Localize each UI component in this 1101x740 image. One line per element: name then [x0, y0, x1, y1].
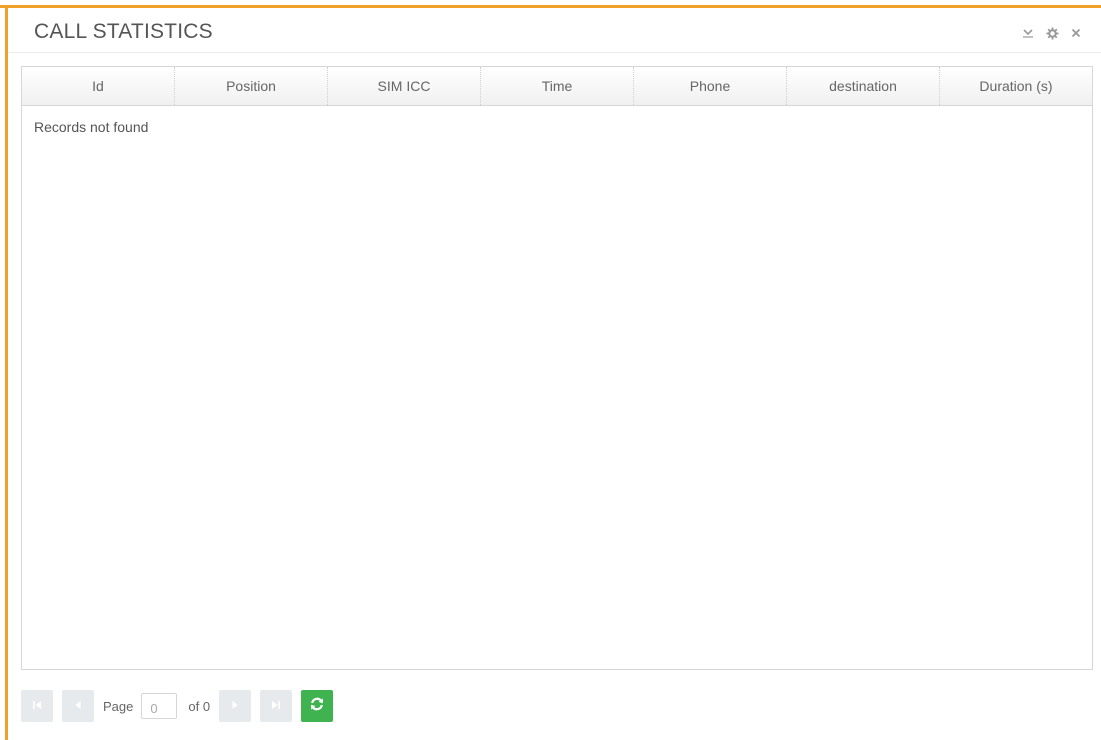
first-page-icon — [32, 697, 42, 715]
page-number-input[interactable] — [141, 693, 178, 719]
panel-accent-border-left — [5, 5, 8, 740]
column-header-destination[interactable]: destination — [787, 67, 940, 105]
gear-icon[interactable] — [1045, 26, 1059, 40]
column-header-position[interactable]: Position — [175, 67, 328, 105]
page-label: Page — [103, 698, 134, 714]
next-page-icon — [231, 697, 239, 715]
close-icon[interactable] — [1069, 26, 1083, 40]
chevron-down-icon[interactable] — [1021, 26, 1035, 40]
last-page-button[interactable] — [260, 690, 293, 722]
column-header-phone[interactable]: Phone — [634, 67, 787, 105]
next-page-button[interactable] — [219, 690, 252, 722]
panel-header: CALL STATISTICS — [8, 8, 1101, 53]
column-header-id[interactable]: Id — [22, 67, 175, 105]
column-header-duration[interactable]: Duration (s) — [940, 67, 1092, 105]
pagination-toolbar: Page of 0 — [21, 690, 342, 722]
column-header-time[interactable]: Time — [481, 67, 634, 105]
call-statistics-grid: Id Position SIM ICC Time Phone destinati… — [21, 66, 1093, 670]
empty-message: Records not found — [34, 119, 149, 135]
panel-title: CALL STATISTICS — [34, 20, 213, 43]
prev-page-button[interactable] — [62, 690, 94, 722]
page-count-label: of 0 — [188, 698, 211, 714]
call-statistics-panel: CALL STATISTICS Id Position SIM ICC Time… — [0, 0, 1101, 740]
last-page-icon — [271, 697, 281, 715]
column-header-sim-icc[interactable]: SIM ICC — [328, 67, 481, 105]
window-controls — [1021, 26, 1083, 40]
prev-page-icon — [74, 697, 82, 715]
grid-header: Id Position SIM ICC Time Phone destinati… — [22, 67, 1092, 106]
refresh-icon — [309, 696, 325, 717]
first-page-button[interactable] — [21, 690, 53, 722]
refresh-button[interactable] — [301, 690, 334, 722]
